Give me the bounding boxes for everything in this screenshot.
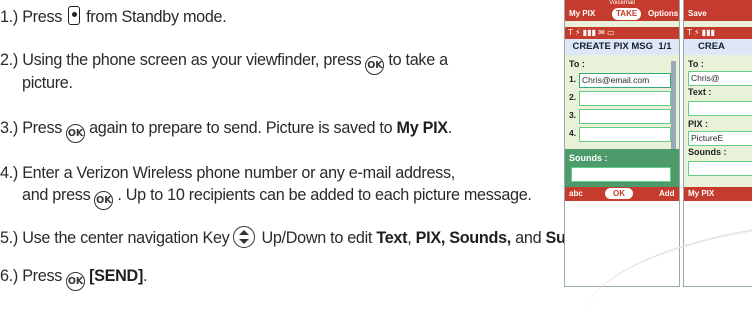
softkey-my-pix: My PIX xyxy=(569,9,596,18)
step-2-text: 2.) Using the phone screen as your viewf… xyxy=(0,51,362,69)
navigation-key-icon xyxy=(233,226,256,248)
ok-key-icon: OK xyxy=(66,272,86,291)
softkey-my-pix-bottom: My PIX xyxy=(688,189,715,198)
step-1-text: from Standby mode. xyxy=(86,8,227,26)
step-2-continued: picture. xyxy=(22,73,73,93)
step-4-continued: and press OK. Up to 10 recipients can be … xyxy=(22,185,532,210)
phone-title: CREATE PIX MSG 1/1 xyxy=(565,39,679,55)
step-6: 6.) Press OK [SEND]. xyxy=(0,266,148,291)
step-1-prefix: 1.) Press xyxy=(0,8,63,26)
signal-battery-icons: T ⚡ ▮▮▮ ✉ ▭ xyxy=(568,28,615,37)
step-4-line1: 4.) Enter a Verizon Wireless phone numbe… xyxy=(0,164,455,182)
step-5-mid: Up/Down to edit xyxy=(261,229,373,247)
phone2-title-text: CREA xyxy=(698,41,725,52)
phone-top-status-text: Voicemail xyxy=(609,0,635,6)
phone2-status-icons: T ⚡ ▮▮▮ xyxy=(684,27,752,39)
phone-top-status: Voicemail xyxy=(565,0,679,7)
step-6-before: 6.) Press xyxy=(0,267,63,285)
step-5-and: and xyxy=(515,229,542,247)
phone-status-icons: T ⚡ ▮▮▮ ✉ ▭ xyxy=(565,27,679,39)
step-4-line2-after: . Up to 10 recipients can be added to ea… xyxy=(117,186,532,204)
sounds-section: Sounds : xyxy=(565,149,679,187)
phone2-sounds-label: Sounds : xyxy=(688,147,727,157)
step-5-comma: , xyxy=(407,229,412,247)
step-3-middle: again to prepare to send. Picture is sav… xyxy=(89,119,393,137)
phone-title-text: CREATE PIX MSG xyxy=(572,41,654,52)
softkey-ok: OK xyxy=(605,188,633,199)
phone-page-indicator: 1/1 xyxy=(658,41,672,52)
softkey-options: Options xyxy=(648,9,679,18)
sounds-field xyxy=(571,167,671,182)
phone2-signal-icons: T ⚡ ▮▮▮ xyxy=(687,28,716,37)
recipient-num-4: 4. xyxy=(569,128,577,138)
step-4: 4.) Enter a Verizon Wireless phone numbe… xyxy=(0,163,455,183)
step-5: 5.) Use the center navigation Key Up/Down… xyxy=(0,226,606,248)
phone-softkey-bar-bottom: abc OK Add xyxy=(565,187,679,201)
recipient-num-2: 2. xyxy=(569,92,577,102)
phone2-to-field: Chris@ xyxy=(688,71,752,86)
step-3-before: 3.) Press xyxy=(0,119,63,137)
recipient-field-3 xyxy=(579,109,671,124)
phone2-sounds-field xyxy=(688,161,752,176)
step-5-pix: PIX, xyxy=(415,229,446,247)
step-5-sounds: Sounds, xyxy=(449,229,511,247)
phone2-title: CREA xyxy=(684,39,752,55)
recipient-num-3: 3. xyxy=(569,110,577,120)
step-3-end: . xyxy=(447,119,453,137)
softkey-add: Add xyxy=(659,189,675,198)
phone2-text-field xyxy=(688,101,752,116)
step-1: 1.) Press from Standby mode. xyxy=(0,6,227,27)
step-5-before: 5.) Use the center navigation Key xyxy=(0,229,230,247)
recipient-field-2 xyxy=(579,91,671,106)
softkey-abc: abc xyxy=(569,189,583,198)
ok-key-icon: OK xyxy=(94,191,114,210)
phone2-softkey-bar-top: Save xyxy=(684,7,752,21)
step-6-send: [SEND] xyxy=(89,267,144,285)
phone2-to-label: To : xyxy=(688,59,704,69)
camera-key-icon xyxy=(68,6,81,25)
phone-softkey-bar-top: My PIX TAKE Options xyxy=(565,7,679,21)
phone2-softkey-bar-bottom: My PIX xyxy=(684,187,752,201)
ok-key-icon: OK xyxy=(365,56,385,75)
recipient-num-1: 1. xyxy=(569,74,577,84)
phone-scrollbar xyxy=(671,61,676,151)
phone2-text-label: Text : xyxy=(688,87,712,97)
step-6-end: . xyxy=(143,267,148,285)
ok-key-icon: OK xyxy=(66,124,86,143)
step-2-text-end: to take a xyxy=(388,51,448,69)
step-2: 2.) Using the phone screen as your viewf… xyxy=(0,50,448,75)
recipient-field-4 xyxy=(579,127,671,142)
phone-screen-create-pix-msg: Voicemail My PIX TAKE Options T ⚡ ▮▮▮ ✉ … xyxy=(564,0,680,287)
recipient-field-1: Chris@email.com xyxy=(579,73,671,88)
softkey-take: TAKE xyxy=(612,8,642,20)
sounds-label: Sounds : xyxy=(569,153,608,163)
step-3-bold: My PIX xyxy=(396,119,449,137)
phone2-top-bar xyxy=(684,0,752,7)
step-4-line2-before: and press xyxy=(22,186,91,204)
step-2-line2: picture. xyxy=(22,74,73,92)
step-3: 3.) Press OK again to prepare to send. Pic… xyxy=(0,118,452,143)
to-label: To : xyxy=(569,59,585,69)
step-5-text: Text xyxy=(376,229,408,247)
phone2-pix-label: PIX : xyxy=(688,119,709,129)
phone2-pix-field: PictureE xyxy=(688,131,752,146)
softkey-save: Save xyxy=(688,9,707,18)
